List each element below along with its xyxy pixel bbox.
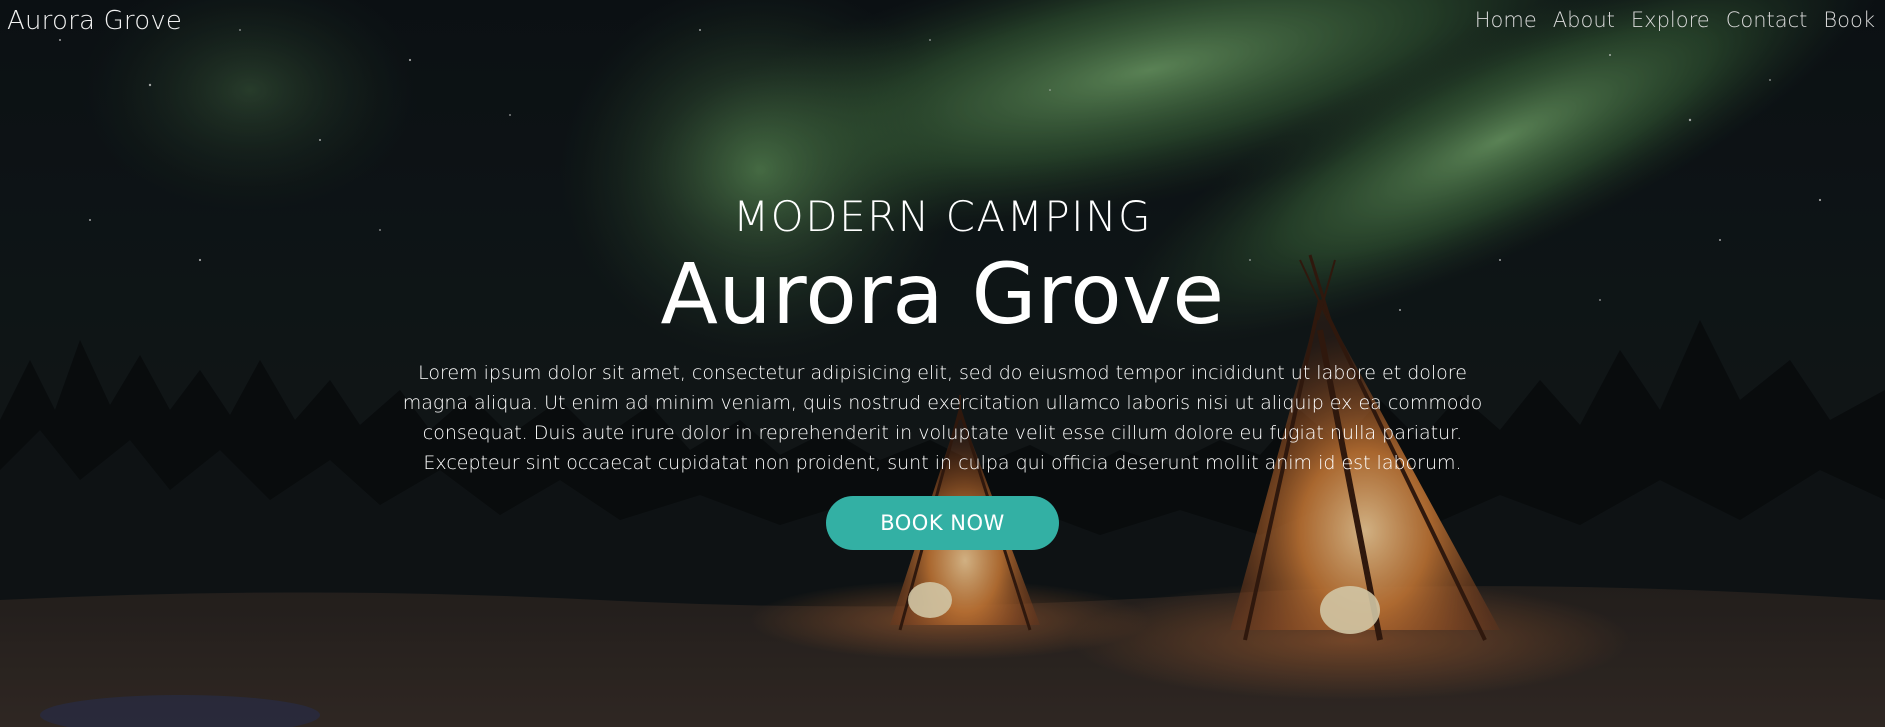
- hero-description: Lorem ipsum dolor sit amet, consectetur …: [402, 362, 1483, 474]
- nav-item-about: About: [1553, 8, 1615, 32]
- book-now-button[interactable]: BOOK NOW: [826, 496, 1059, 550]
- hero-eyebrow: MODERN CAMPING: [732, 192, 1153, 241]
- nav-link-home[interactable]: Home: [1475, 8, 1537, 32]
- nav-link-contact[interactable]: Contact: [1726, 8, 1808, 32]
- nav-item-contact: Contact: [1726, 8, 1808, 32]
- nav-link-explore[interactable]: Explore: [1631, 8, 1710, 32]
- nav-item-explore: Explore: [1631, 8, 1710, 32]
- site-brand-link[interactable]: Aurora Grove: [7, 6, 182, 36]
- hero-headline: Aurora Grove: [660, 245, 1225, 343]
- main-nav: Home About Explore Contact Book: [1475, 8, 1875, 32]
- nav-item-home: Home: [1475, 8, 1537, 32]
- nav-item-book: Book: [1823, 8, 1875, 32]
- nav-link-about[interactable]: About: [1553, 8, 1615, 32]
- hero-content: MODERN CAMPING Aurora Grove Lorem ipsum …: [0, 188, 1885, 550]
- nav-link-book[interactable]: Book: [1823, 8, 1875, 32]
